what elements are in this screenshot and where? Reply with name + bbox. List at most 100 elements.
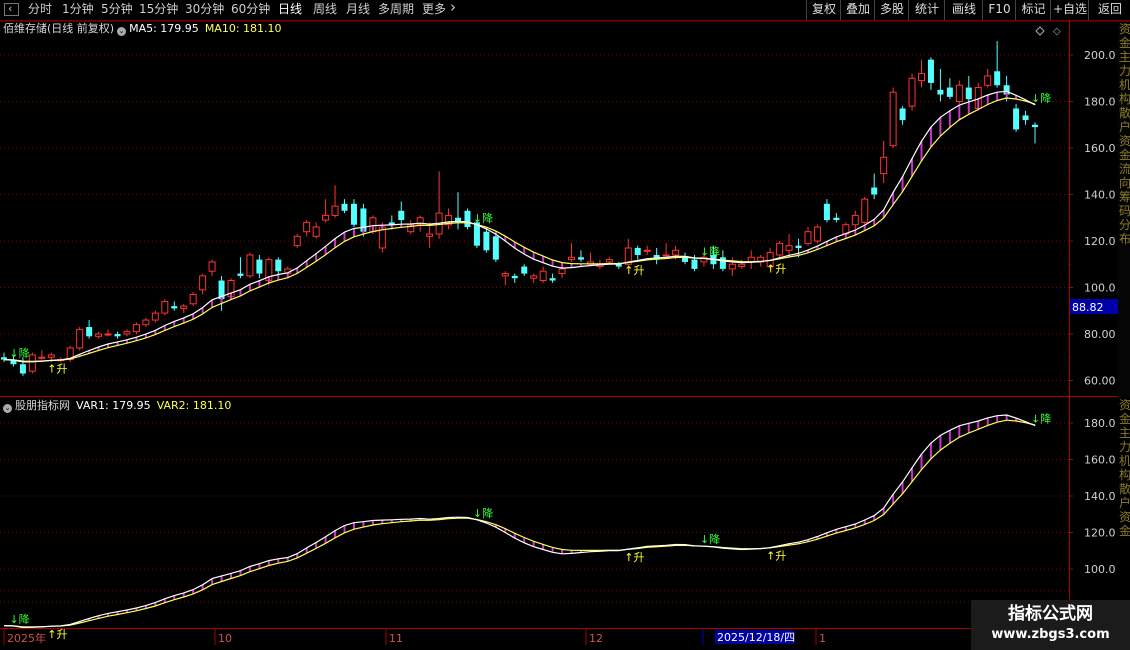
- candle-body: [331, 205, 339, 216]
- candle-body: [275, 259, 282, 272]
- collapse-icon: ◇: [1053, 26, 1061, 37]
- side-strip-char: 分: [1119, 218, 1130, 232]
- sub-var1-line: [3, 414, 1036, 629]
- candle-body: [483, 231, 490, 251]
- side-strip-char: 户: [1119, 120, 1130, 134]
- candle-body: [161, 300, 169, 314]
- candle-body: [917, 73, 925, 82]
- candle-body: [322, 214, 330, 221]
- candle-body: [813, 226, 821, 242]
- candle-body: [927, 59, 934, 83]
- candle-body: [984, 75, 992, 86]
- var2-value: VAR2: 181.10: [156, 399, 232, 412]
- candle-body: [95, 333, 103, 337]
- side-strip-char: 资: [1119, 510, 1130, 524]
- candle-body: [643, 249, 651, 252]
- side-strip-char: 散: [1119, 106, 1130, 120]
- candle-body: [823, 203, 830, 221]
- candle-body: [558, 268, 566, 275]
- sub-tick-label: 120.0: [1084, 527, 1116, 540]
- main-tick-label: 60.00: [1084, 375, 1116, 388]
- sub-up-marker: ↑升: [766, 550, 786, 563]
- main-down-marker: ↓降: [700, 245, 720, 259]
- candle-body: [237, 273, 244, 276]
- candle-body: [530, 275, 538, 279]
- candle-body: [521, 266, 528, 274]
- price-chart: 200.0 180.0 160.0 140.0 120.0 100.0 80.00 60.00…: [0, 20, 1130, 650]
- watermark-url: www.zbgs3.com: [991, 627, 1110, 642]
- main-tick-label: 160.0: [1084, 142, 1116, 155]
- time-label: 11: [389, 632, 403, 645]
- sub-up-marker: ↑升: [624, 551, 644, 564]
- sub-down-marker: ↓降: [473, 506, 493, 520]
- time-label: 10: [218, 632, 232, 645]
- ma10-value: MA10: 181.10: [204, 22, 282, 35]
- candle-body: [568, 256, 576, 261]
- sub-down-marker: ↓降: [1031, 412, 1051, 426]
- candle-body: [464, 210, 471, 228]
- main-down-marker: ↓降: [1031, 91, 1051, 105]
- side-strip-char: 散: [1119, 482, 1130, 496]
- candle-body: [785, 245, 793, 251]
- candle-body: [501, 273, 509, 277]
- candle-body: [132, 324, 140, 333]
- main-chart-header: 佰维存储(日线 前复权) ⌄ MA5: 179.95 MA10: 181.10: [3, 22, 282, 36]
- candle-body: [851, 214, 859, 226]
- candle-body: [86, 327, 93, 337]
- settings-circle-icon[interactable]: ⌄: [117, 27, 127, 36]
- candle-body: [577, 257, 584, 260]
- main-tick-label: 80.00: [1084, 328, 1116, 341]
- sub-up-marker: ↑升: [47, 628, 67, 641]
- candle-body: [965, 87, 972, 100]
- sub-var2-line: [3, 419, 1036, 628]
- side-info-strip-lower: 资金主力机构散户资金: [1118, 398, 1130, 598]
- candle-body: [549, 278, 556, 281]
- indicator-title: 股朋指标网: [15, 399, 70, 412]
- sub-tick-label: 100.0: [1084, 563, 1116, 576]
- candle-body: [256, 259, 263, 274]
- side-strip-char: 金: [1119, 148, 1130, 162]
- indicator-circle-icon[interactable]: ⌄: [3, 404, 12, 413]
- side-strip-char: 主: [1119, 426, 1130, 440]
- main-down-marker: ↓降: [9, 346, 29, 360]
- side-strip-char: 金: [1119, 36, 1130, 50]
- sub-tick-label: 180.0: [1084, 417, 1116, 430]
- current-price-label: 88.82: [1072, 301, 1104, 314]
- diamond-icon: [1035, 26, 1045, 36]
- watermark-badge: 指标公式网 www.zbgs3.com: [971, 600, 1130, 650]
- side-info-strip: 资金主力机构散户资金流向筹码分布: [1118, 22, 1130, 398]
- candle-body: [1013, 108, 1020, 130]
- candle-body: [1022, 115, 1029, 121]
- sub-chart-header: ⌄ 股朋指标网 VAR1: 179.95 VAR2: 181.10: [3, 399, 231, 413]
- sub-down-marker: ↓降: [700, 532, 720, 546]
- candle-body: [303, 221, 311, 233]
- candle-body: [899, 108, 906, 121]
- candle-body: [728, 263, 736, 270]
- side-strip-char: 机: [1119, 454, 1130, 468]
- candle-body: [350, 203, 357, 225]
- side-strip-char: 资: [1119, 398, 1130, 412]
- candle-body: [691, 259, 698, 269]
- side-strip-char: 构: [1119, 92, 1130, 106]
- candle-body: [634, 247, 641, 255]
- candle-body: [833, 217, 840, 221]
- side-strip-char: 流: [1119, 162, 1130, 176]
- side-strip-char: 机: [1119, 78, 1130, 92]
- candle-body: [492, 236, 499, 260]
- main-up-marker: ↑升: [47, 362, 67, 375]
- candle-body: [180, 305, 188, 309]
- candle-body: [937, 89, 944, 95]
- candle-body: [511, 275, 518, 279]
- candle-body: [738, 263, 746, 268]
- time-label: 1: [819, 632, 826, 645]
- candle-body: [426, 233, 434, 237]
- main-tick-label: 100.0: [1084, 282, 1116, 295]
- main-up-marker: ↑升: [624, 264, 644, 277]
- side-strip-char: 布: [1119, 232, 1130, 246]
- side-strip-char: 资: [1119, 22, 1130, 36]
- main-tick-label: 120.0: [1084, 235, 1116, 248]
- candle-body: [1032, 124, 1038, 128]
- ma5-value: MA5: 179.95: [129, 22, 199, 35]
- sub-tick-label: 140.0: [1084, 490, 1116, 503]
- candle-body: [955, 84, 963, 102]
